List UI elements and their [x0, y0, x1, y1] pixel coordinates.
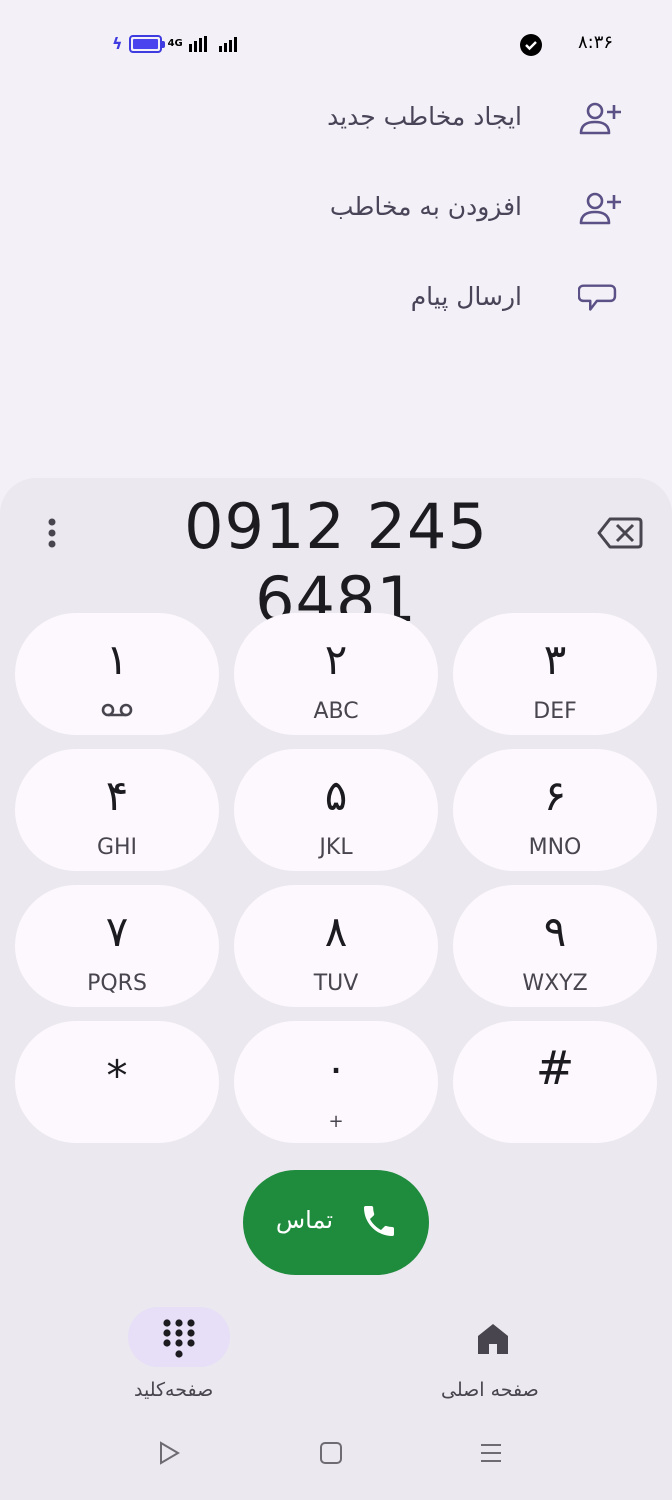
key-2[interactable]: ۲ ABC [234, 613, 438, 735]
key-9[interactable]: ۹ WXYZ [453, 885, 657, 1007]
signal-icon-2 [218, 36, 237, 52]
key-3[interactable]: ۳ DEF [453, 613, 657, 735]
home-nav-icon[interactable] [318, 1440, 344, 1466]
status-left-group: ϟ 4G [112, 34, 237, 53]
key-digit: ۱ [105, 635, 129, 684]
key-digit: ۰ [324, 1043, 348, 1092]
home-nav-label[interactable]: صفحه اصلی [441, 1379, 539, 1401]
key-digit: * [106, 1051, 128, 1100]
keypad-nav-label[interactable]: صفحه‌کلید [134, 1379, 213, 1401]
status-bar: ϟ 4G ۸:۳۶ [0, 30, 672, 60]
person-add-icon [579, 192, 621, 225]
key-digit: ۵ [324, 771, 348, 820]
key-letters: ABC [313, 699, 359, 724]
key-letters: WXYZ [522, 971, 588, 996]
key-4[interactable]: ۴ GHI [15, 749, 219, 871]
key-letters: DEF [533, 699, 577, 724]
home-icon[interactable] [476, 1322, 510, 1356]
add-to-contact-action[interactable]: افزودن به مخاطب [0, 178, 672, 238]
charging-icon: ϟ [112, 34, 123, 53]
key-7[interactable]: ۷ PQRS [15, 885, 219, 1007]
create-new-contact-action[interactable]: ایجاد مخاطب جدید [0, 88, 672, 148]
add-to-contact-label: افزودن به مخاطب [329, 192, 522, 221]
key-hash[interactable]: # [453, 1021, 657, 1143]
person-add-icon [579, 102, 621, 135]
message-icon [578, 284, 617, 311]
key-letters: TUV [313, 971, 359, 996]
key-digit: # [535, 1041, 575, 1095]
key-0[interactable]: ۰ + [234, 1021, 438, 1143]
dialpad-icon [163, 1319, 195, 1358]
key-digit: ۲ [324, 635, 348, 684]
key-digit: ۸ [324, 907, 348, 956]
key-5[interactable]: ۵ JKL [234, 749, 438, 871]
shield-icon [520, 34, 542, 56]
battery-icon [128, 34, 165, 53]
key-1[interactable]: ۱ [15, 613, 219, 735]
more-options-icon[interactable] [42, 515, 62, 555]
status-time: ۸:۳۶ [578, 32, 614, 53]
key-letters: GHI [96, 835, 138, 860]
key-digit: ۹ [543, 907, 567, 956]
key-digit: ۷ [105, 907, 129, 956]
create-new-contact-label: ایجاد مخاطب جدید [327, 102, 522, 131]
call-label: تماس [275, 1206, 333, 1234]
send-message-action[interactable]: ارسال پیام [0, 268, 672, 328]
backspace-icon[interactable] [596, 515, 644, 551]
key-digit: ۳ [543, 635, 567, 684]
key-6[interactable]: ۶ MNO [453, 749, 657, 871]
key-digit: ۴ [105, 771, 129, 820]
recents-nav-icon[interactable] [478, 1440, 504, 1466]
send-message-label: ارسال پیام [410, 282, 522, 311]
signal-icon [188, 35, 207, 52]
key-letters: + [328, 1111, 344, 1132]
key-letters: MNO [528, 835, 582, 860]
network-type: 4G [167, 37, 183, 49]
key-star[interactable]: * [15, 1021, 219, 1143]
key-8[interactable]: ۸ TUV [234, 885, 438, 1007]
key-letters: JKL [319, 835, 353, 860]
key-letters: PQRS [87, 971, 147, 996]
key-digit: ۶ [543, 771, 567, 820]
voicemail-icon [101, 703, 133, 717]
call-button[interactable]: تماس [243, 1170, 429, 1275]
back-nav-icon[interactable] [156, 1440, 182, 1466]
phone-icon [364, 1206, 394, 1236]
